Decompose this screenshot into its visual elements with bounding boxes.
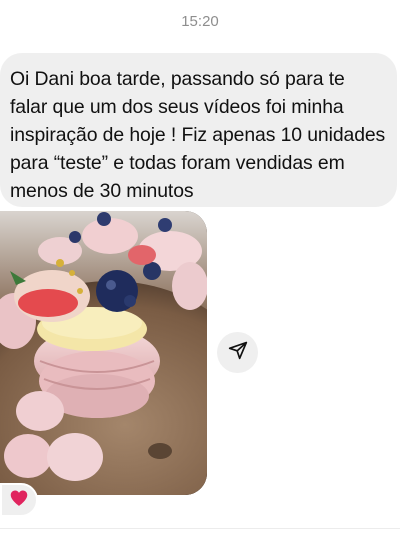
heart-reaction[interactable] bbox=[0, 483, 38, 517]
received-message-bubble[interactable]: Oi Dani boa tarde, passando só para te f… bbox=[0, 53, 397, 207]
paper-plane-icon bbox=[228, 340, 248, 365]
divider bbox=[0, 528, 400, 529]
message-text: Oi Dani boa tarde, passando só para te f… bbox=[10, 68, 386, 202]
message-photo[interactable] bbox=[0, 211, 207, 495]
heart-icon bbox=[10, 490, 28, 511]
message-timestamp: 15:20 bbox=[181, 13, 219, 30]
share-button[interactable] bbox=[217, 332, 258, 373]
meringue-dessert-image bbox=[0, 211, 207, 495]
